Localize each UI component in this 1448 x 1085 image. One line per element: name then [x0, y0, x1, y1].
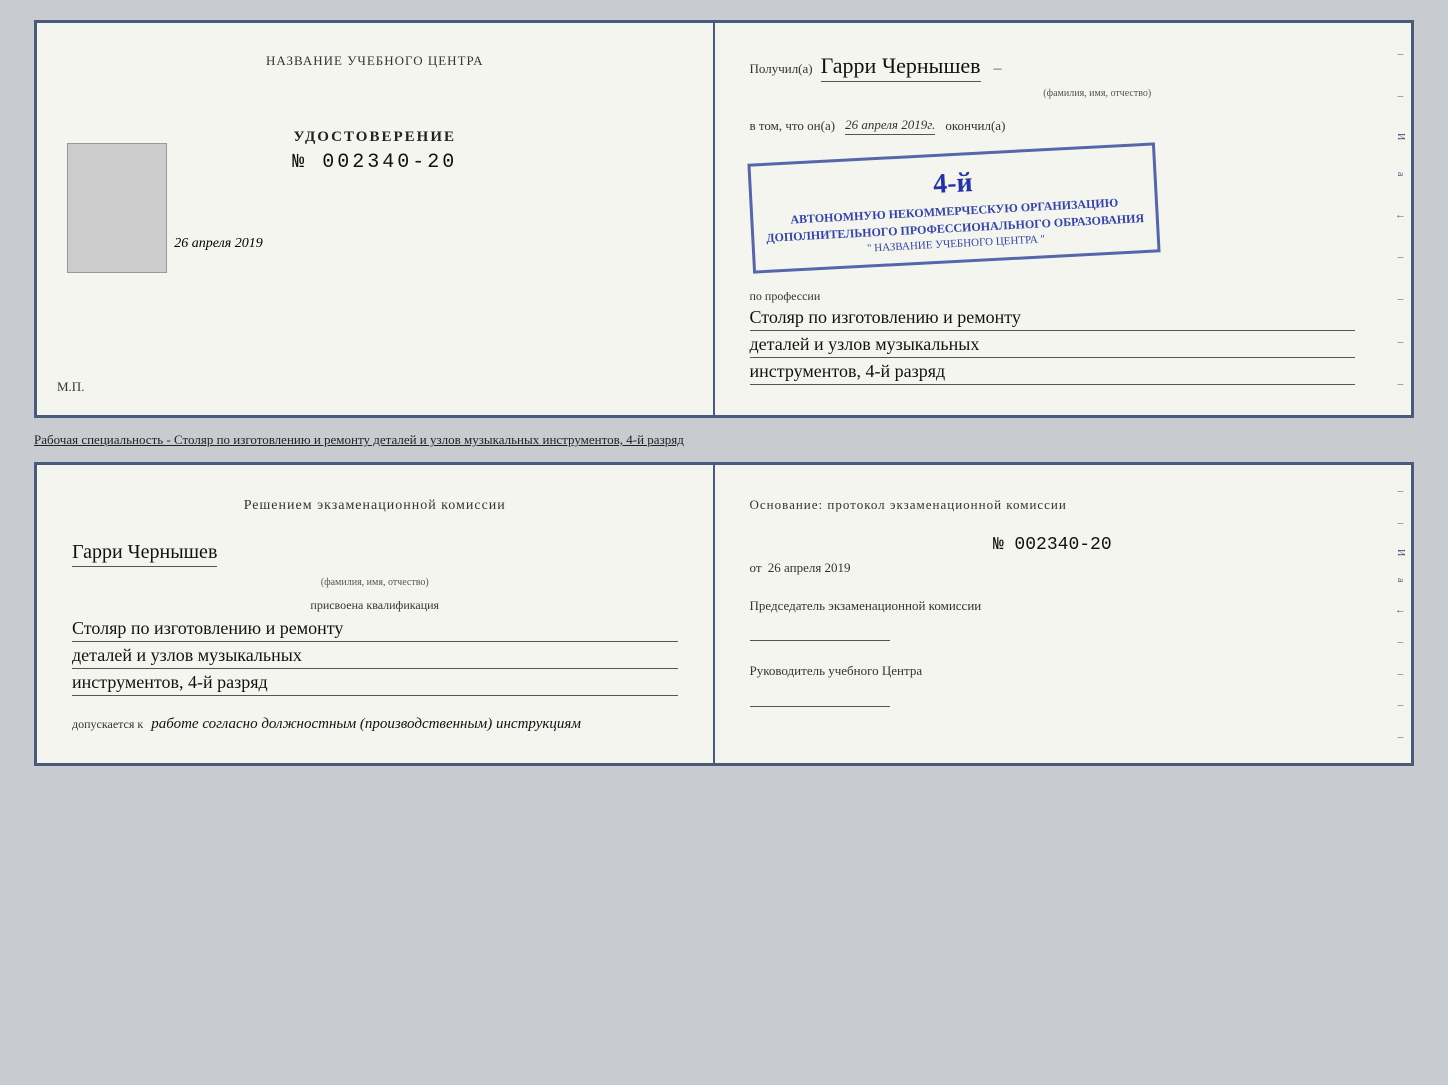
recipient-prefix: Получил(а)	[750, 61, 813, 77]
top-heading: НАЗВАНИЕ УЧЕБНОГО ЦЕНТРА	[72, 53, 678, 69]
bottom-name-subtitle: (фамилия, имя, отчество)	[72, 577, 678, 588]
finished-label: окончил(а)	[945, 118, 1005, 134]
director-block: Руководитель учебного Центра	[750, 661, 1356, 707]
middle-label: Рабочая специальность - Столяр по изгото…	[34, 428, 1414, 452]
in-that-label: в том, что он(а)	[750, 118, 836, 134]
protocol-date: от 26 апреля 2019	[750, 560, 1356, 576]
issued-date: 26 апреля 2019	[174, 236, 262, 251]
protocol-date-value: 26 апреля 2019	[768, 560, 851, 575]
allowed-label: допускается к работе согласно должностны…	[72, 716, 678, 733]
chair-label: Председатель экзаменационной комиссии	[750, 596, 1356, 616]
protocol-number: № 002340-20	[750, 535, 1356, 555]
recipient-subtitle: (фамилия, имя, отчество)	[840, 88, 1356, 99]
bottom-doc-left: Решением экзаменационной комиссии Гарри …	[37, 465, 715, 763]
profession-line2: деталей и узлов музыкальных	[750, 334, 1356, 358]
bottom-document: Решением экзаменационной комиссии Гарри …	[34, 462, 1414, 766]
stamp: 4-й АВТОНОМНУЮ НЕКОММЕРЧЕСКУЮ ОРГАНИЗАЦИ…	[747, 142, 1160, 273]
director-label: Руководитель учебного Центра	[750, 661, 1356, 681]
profession-label: по профессии	[750, 289, 1356, 304]
photo-placeholder	[67, 143, 167, 273]
allowed-prefix: допускается к	[72, 717, 143, 731]
mp-label: М.П.	[57, 379, 84, 395]
qualification-line2: деталей и узлов музыкальных	[72, 645, 678, 669]
bottom-name: Гарри Чернышев	[72, 541, 217, 567]
side-decoration-top: – – И а ← – – – –	[1390, 23, 1411, 415]
allowed-text: работе согласно должностным (производств…	[151, 716, 581, 732]
bottom-right-title: Основание: протокол экзаменационной коми…	[750, 495, 1356, 515]
top-doc-right: Получил(а) Гарри Чернышев – (фамилия, им…	[715, 23, 1391, 415]
top-document: НАЗВАНИЕ УЧЕБНОГО ЦЕНТРА УДОСТОВЕРЕНИЕ №…	[34, 20, 1414, 418]
director-signature-line	[750, 706, 890, 707]
chair-block: Председатель экзаменационной комиссии	[750, 596, 1356, 642]
profession-line3: инструментов, 4-й разряд	[750, 361, 1356, 385]
chair-signature-line	[750, 640, 890, 641]
recipient-name: Гарри Чернышев	[821, 53, 981, 82]
assigned-label: присвоена квалификация	[72, 598, 678, 613]
side-decoration-bottom: – – И а ← – – – –	[1390, 465, 1411, 763]
date-prefix: от	[750, 560, 762, 575]
top-doc-left: НАЗВАНИЕ УЧЕБНОГО ЦЕНТРА УДОСТОВЕРЕНИЕ №…	[37, 23, 715, 415]
qualification-line1: Столяр по изготовлению и ремонту	[72, 618, 678, 642]
bottom-left-title: Решением экзаменационной комиссии	[72, 495, 678, 516]
profession-line1: Столяр по изготовлению и ремонту	[750, 307, 1356, 331]
qualification-line3: инструментов, 4-й разряд	[72, 672, 678, 696]
bottom-doc-right: Основание: протокол экзаменационной коми…	[715, 465, 1391, 763]
cert-date: 26 апреля 2019г.	[845, 117, 935, 135]
